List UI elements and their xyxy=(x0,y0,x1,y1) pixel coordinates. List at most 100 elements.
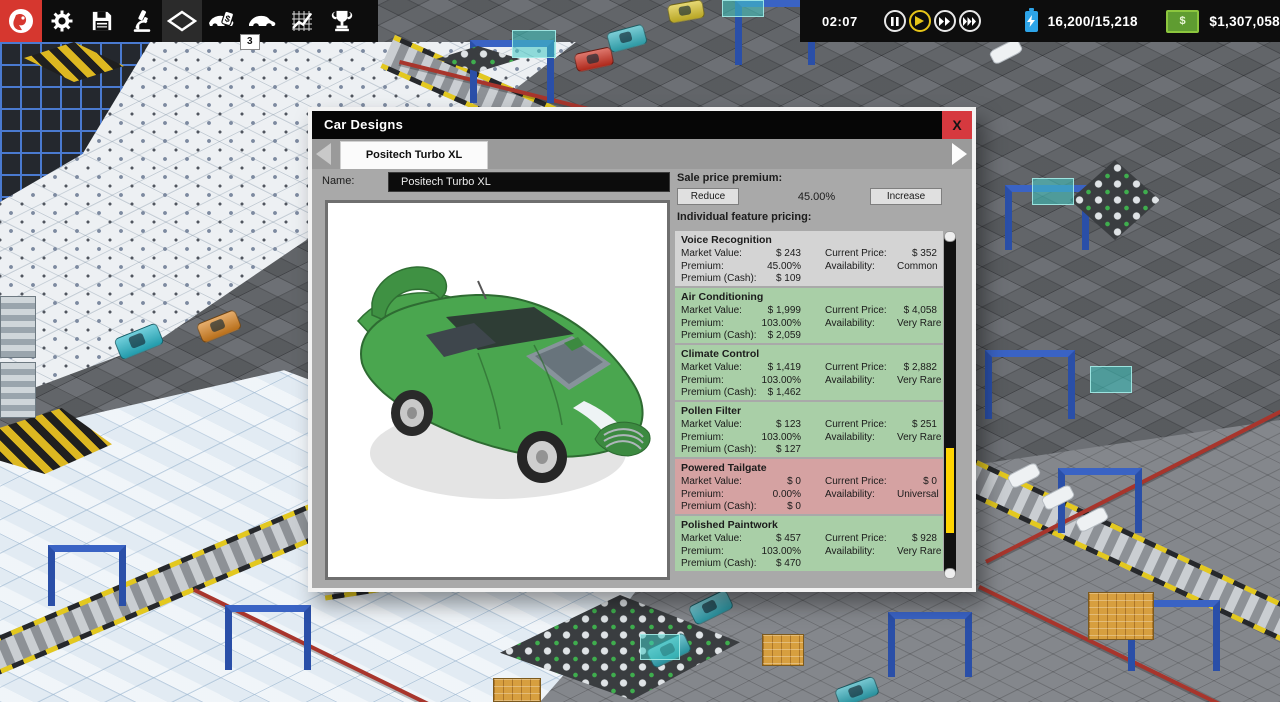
availability-label: Availability: xyxy=(825,260,875,272)
research-button[interactable] xyxy=(122,0,162,42)
resources-battery-icon xyxy=(1024,7,1038,32)
game-clock: 02:07 xyxy=(822,13,858,29)
availability-label: Availability: xyxy=(825,431,875,443)
feature-pricing-row: Powered Tailgate Market Value: $ 0 Curre… xyxy=(675,459,943,514)
play-button[interactable] xyxy=(908,10,931,32)
current-price-label: Current Price: xyxy=(825,305,887,317)
feature-name: Polished Paintwork xyxy=(681,519,778,531)
feature-name: Air Conditioning xyxy=(681,291,764,303)
fastest-icon xyxy=(963,16,977,26)
machine-info-overlay xyxy=(1090,366,1132,393)
premium-cash-label: Premium (Cash): xyxy=(681,501,757,513)
gear-icon xyxy=(51,10,73,32)
premium-cash-label: Premium (Cash): xyxy=(681,330,757,342)
market-value: $ 457 xyxy=(775,533,801,545)
machine-info-overlay xyxy=(512,30,556,58)
feature-list: Voice Recognition Market Value: $ 243 Cu… xyxy=(675,231,943,573)
settings-button[interactable] xyxy=(42,0,82,42)
floppy-save-icon xyxy=(92,11,112,31)
feature-pricing-row: Climate Control Market Value: $ 1,419 Cu… xyxy=(675,345,943,400)
pause-button[interactable] xyxy=(883,10,906,32)
close-button[interactable]: X xyxy=(942,111,972,139)
next-design-arrow[interactable] xyxy=(952,143,967,165)
dialog-title: Car Designs xyxy=(324,117,404,132)
tab-positech-turbo-xl[interactable]: Positech Turbo XL xyxy=(340,141,488,169)
scrollbar-thumb[interactable] xyxy=(946,448,954,533)
premium-label: Premium: xyxy=(681,431,724,443)
garage-door xyxy=(0,362,36,418)
availability-label: Availability: xyxy=(825,488,875,500)
market-value: $ 1,999 xyxy=(767,305,801,317)
fast-forward-button[interactable] xyxy=(933,10,956,32)
availability: Very Rare xyxy=(897,431,942,443)
car-design-button[interactable] xyxy=(162,0,202,42)
design-name-input[interactable] xyxy=(388,172,670,192)
availability: Very Rare xyxy=(897,374,942,386)
play-icon xyxy=(915,16,925,26)
car-sales-button[interactable]: $ xyxy=(202,0,242,42)
crate-stack xyxy=(1088,592,1154,640)
machine-info-overlay xyxy=(1032,178,1074,205)
premium-cash: $ 1,462 xyxy=(767,387,801,399)
current-price: $ 928 xyxy=(911,533,937,545)
garage-door xyxy=(0,296,36,358)
game-screen: $ 3 02:07 16,200/15,218 $ $1,307,058 Car… xyxy=(0,0,1280,702)
current-price: $ 352 xyxy=(911,248,937,260)
feature-name: Voice Recognition xyxy=(681,234,772,246)
current-price-label: Current Price: xyxy=(825,476,887,488)
diamond-design-icon xyxy=(167,10,197,32)
premium-cash: $ 127 xyxy=(775,444,801,456)
premium-cash-label: Premium (Cash): xyxy=(681,444,757,456)
market-value-label: Market Value: xyxy=(681,362,742,374)
premium-cash-label: Premium (Cash): xyxy=(681,387,757,399)
resources-count: 16,200/15,218 xyxy=(1047,13,1138,29)
premium-percent: 103.00% xyxy=(761,374,801,386)
current-price: $ 251 xyxy=(911,419,937,431)
availability: Very Rare xyxy=(897,317,942,329)
positech-logo-icon xyxy=(9,9,33,33)
microscope-icon xyxy=(133,10,151,32)
availability-label: Availability: xyxy=(825,317,875,329)
availability: Common xyxy=(897,260,938,272)
scrollbar-top-cap[interactable] xyxy=(944,231,956,242)
current-price: $ 0 xyxy=(923,476,937,488)
market-value: $ 243 xyxy=(775,248,801,260)
save-button[interactable] xyxy=(82,0,122,42)
crate-stack xyxy=(493,678,541,702)
premium-cash: $ 470 xyxy=(775,558,801,570)
fastest-button[interactable] xyxy=(958,10,981,32)
dialog-title-bar: Car Designs X xyxy=(312,111,972,139)
premium-label: Premium: xyxy=(681,545,724,557)
car-price-tag-icon: $ xyxy=(209,10,235,29)
premium-percent: 45.00% xyxy=(767,260,801,272)
gantry-frame xyxy=(985,350,1075,419)
machine-info-overlay xyxy=(640,634,680,660)
line-chart-icon xyxy=(292,11,312,31)
prev-design-arrow[interactable] xyxy=(316,143,331,165)
speed-controls xyxy=(883,10,981,32)
car-render xyxy=(356,266,651,499)
current-price-label: Current Price: xyxy=(825,419,887,431)
design-tab-strip: Positech Turbo XL xyxy=(312,139,972,169)
money-amount: $1,307,058 xyxy=(1209,13,1280,29)
pricing-panel: Sale price premium: Reduce 45.00% Increa… xyxy=(675,169,958,588)
market-value-label: Market Value: xyxy=(681,533,742,545)
premium-cash-label: Premium (Cash): xyxy=(681,273,757,285)
stats-button[interactable] xyxy=(282,0,322,42)
name-label: Name: xyxy=(322,175,355,187)
feature-name: Climate Control xyxy=(681,348,760,360)
market-value-label: Market Value: xyxy=(681,305,742,317)
premium-label: Premium: xyxy=(681,317,724,329)
premium-label: Premium: xyxy=(681,260,724,272)
game-logo[interactable] xyxy=(0,0,42,42)
current-price-label: Current Price: xyxy=(825,248,887,260)
scrollbar-bottom-cap[interactable] xyxy=(944,568,956,579)
status-bar: 02:07 16,200/15,218 $ $1,307,058 xyxy=(800,0,1280,42)
availability: Universal xyxy=(897,488,939,500)
premium-label: Premium: xyxy=(681,488,724,500)
car-design-count-badge: 3 xyxy=(240,34,260,50)
feature-list-scrollbar[interactable] xyxy=(944,231,956,579)
increase-premium-button[interactable]: Increase xyxy=(870,188,942,205)
achievements-button[interactable] xyxy=(322,0,362,42)
dialog-body: Name: Positech Turbo XL Sale price premi… xyxy=(312,169,972,588)
